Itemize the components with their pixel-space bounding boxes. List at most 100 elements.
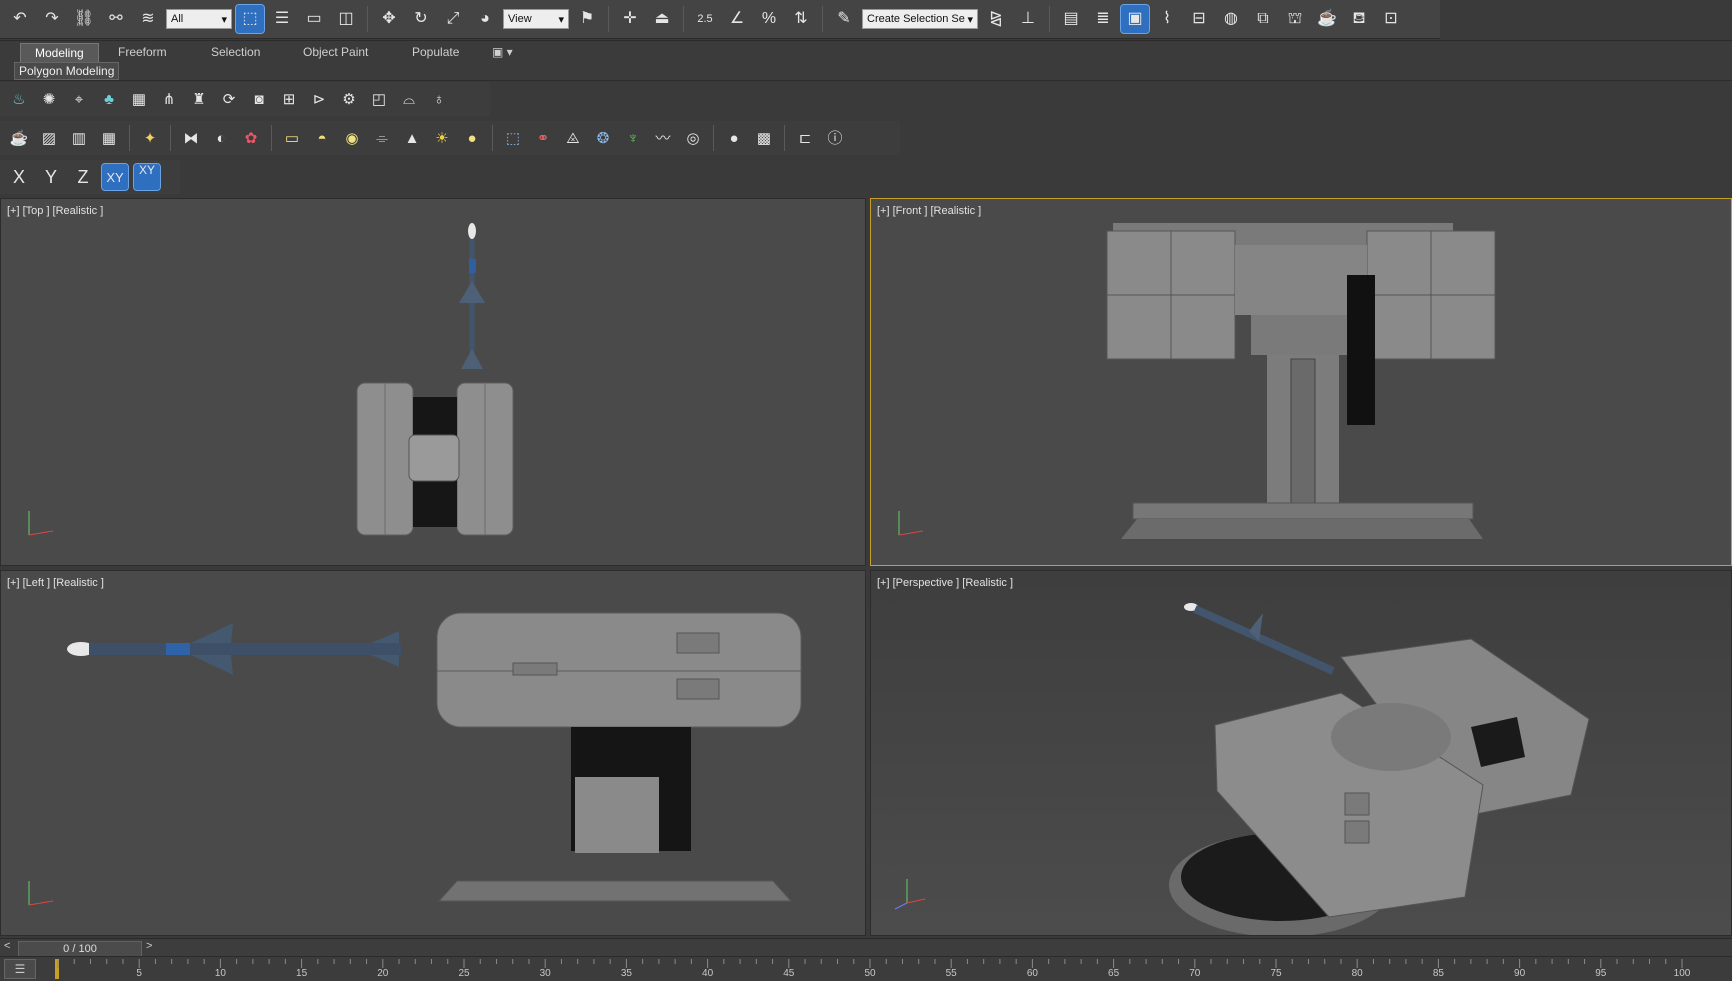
link-icon[interactable]: ⛓: [70, 5, 98, 33]
ambient-light-icon[interactable]: ●: [459, 125, 485, 151]
selection-filter-dropdown[interactable]: All ▾: [166, 9, 232, 29]
window-crossing-icon[interactable]: ◫: [332, 5, 360, 33]
keyboard-shortcut-override-icon[interactable]: ⏏: [648, 5, 676, 33]
export-icon[interactable]: ⊏: [792, 125, 818, 151]
sun-icon[interactable]: ✺: [36, 86, 62, 112]
scale-icon[interactable]: ⤢: [439, 5, 467, 33]
constrain-y-button[interactable]: Y: [38, 164, 64, 190]
prev-frame-button[interactable]: <: [4, 940, 10, 952]
mirror-icon[interactable]: ⧎: [982, 5, 1010, 33]
dome-icon[interactable]: ◓: [309, 125, 335, 151]
unlink-icon[interactable]: ⚯: [102, 5, 130, 33]
bind-spacewarp-icon[interactable]: ≋: [134, 5, 162, 33]
move-icon[interactable]: ✥: [375, 5, 403, 33]
ruler-tick-label: 100: [1673, 968, 1691, 979]
light-bulb-icon[interactable]: ♨: [6, 86, 32, 112]
viewport-left[interactable]: [+] [Left ] [Realistic ]: [0, 570, 866, 936]
spreadsheet-icon[interactable]: ▦: [96, 125, 122, 151]
snap-toggle-icon[interactable]: 2.5: [691, 5, 719, 33]
select-manipulate-icon[interactable]: ✛: [616, 5, 644, 33]
molecule-icon[interactable]: ⚭: [530, 125, 556, 151]
align-icon[interactable]: ⊥: [1014, 5, 1042, 33]
mesh-light-icon[interactable]: ⌯: [369, 125, 395, 151]
ruler-tick-label: 55: [945, 968, 957, 979]
material-library-icon[interactable]: ▩: [751, 125, 777, 151]
reference-coord-dropdown[interactable]: View ▾: [503, 9, 569, 29]
teapot-render-icon[interactable]: ☕: [6, 125, 32, 151]
spinner-snap-icon[interactable]: ⇅: [787, 5, 815, 33]
render-elements-icon[interactable]: ⚙: [336, 86, 362, 112]
viewport-icon[interactable]: ◙: [246, 86, 272, 112]
hair-icon[interactable]: 〰: [650, 125, 676, 151]
viewport-front[interactable]: [+] [Front ] [Realistic ]: [870, 198, 1732, 566]
rendered-frame-window-icon[interactable]: ⛫: [1281, 5, 1309, 33]
sphere-light-icon[interactable]: ◉: [339, 125, 365, 151]
next-frame-button[interactable]: >: [146, 940, 152, 952]
bottle-icon[interactable]: ♜: [186, 86, 212, 112]
percent-snap-icon[interactable]: %: [755, 5, 783, 33]
render-frame-icon[interactable]: ⊳: [306, 86, 332, 112]
render-iterative-icon[interactable]: ⛾: [1345, 5, 1373, 33]
constrain-xy-snap-button[interactable]: XY: [133, 163, 161, 191]
render-production-icon[interactable]: ☕: [1313, 5, 1341, 33]
pivot-icon[interactable]: ⚑: [573, 5, 601, 33]
material-editor-icon[interactable]: ◍: [1217, 5, 1245, 33]
reload-icon[interactable]: ⟳: [216, 86, 242, 112]
rectangular-region-icon[interactable]: ▭: [300, 5, 328, 33]
sun-light-icon[interactable]: ☀: [429, 125, 455, 151]
light-lister-icon[interactable]: ✦: [137, 125, 163, 151]
bulb-icon[interactable]: ♁: [426, 86, 452, 112]
redo-icon[interactable]: ↷: [38, 5, 66, 33]
clipper-icon[interactable]: ◎: [680, 125, 706, 151]
fur-icon[interactable]: ⨻: [560, 125, 586, 151]
time-slider[interactable]: 0 / 100: [18, 941, 142, 957]
track-bar[interactable]: ☰ 5 10 15 20 25 30 35 40 45 50 55 60 65 70 75 80 85 90 95 1…: [0, 956, 1732, 981]
material-ball-icon[interactable]: ●: [721, 125, 747, 151]
clipboard-icon[interactable]: ▥: [66, 125, 92, 151]
fx-camera-icon[interactable]: ⧓: [178, 125, 204, 151]
help-icon[interactable]: ⓘ: [822, 125, 848, 151]
plane-icon[interactable]: ▭: [279, 125, 305, 151]
grid-icon[interactable]: ⊞: [276, 86, 302, 112]
grass-icon[interactable]: ♆: [620, 125, 646, 151]
rotate-icon[interactable]: ↻: [407, 5, 435, 33]
render-cloud-icon[interactable]: ⊡: [1377, 5, 1405, 33]
tab-populate[interactable]: Populate: [412, 43, 459, 61]
toggle-ribbon-icon[interactable]: ▣: [1120, 4, 1150, 34]
sphere-fade-icon[interactable]: ❂: [590, 125, 616, 151]
tab-object-paint[interactable]: Object Paint: [303, 43, 368, 61]
foliage-icon[interactable]: ♣: [96, 86, 122, 112]
teapot-icon[interactable]: ⌓: [396, 86, 422, 112]
schematic-view-icon[interactable]: ⊟: [1185, 5, 1213, 33]
select-by-name-icon[interactable]: ☰: [268, 5, 296, 33]
curve-editor-icon[interactable]: ⌇: [1153, 5, 1181, 33]
tab-modeling[interactable]: Modeling: [20, 43, 99, 63]
edit-named-selection-icon[interactable]: ✎: [830, 5, 858, 33]
viewport-top[interactable]: [+] [Top ] [Realistic ]: [0, 198, 866, 566]
film-icon[interactable]: ✿: [238, 125, 264, 151]
render-setup-icon[interactable]: ⧉: [1249, 5, 1277, 33]
spot-light-icon[interactable]: ▲: [399, 125, 425, 151]
select-object-icon[interactable]: ⬚: [235, 4, 265, 34]
scene-explorer-icon[interactable]: ▤: [1057, 5, 1085, 33]
frame-icon[interactable]: ◰: [366, 86, 392, 112]
table-icon[interactable]: ▦: [126, 86, 152, 112]
viewport-perspective[interactable]: [+] [Perspective ] [Realistic ]: [870, 570, 1732, 936]
angle-snap-icon[interactable]: ∠: [723, 5, 751, 33]
place-icon[interactable]: ◕: [471, 5, 499, 33]
half-sphere-icon[interactable]: ◐: [208, 125, 234, 151]
constrain-x-button[interactable]: X: [6, 164, 32, 190]
camera-icon[interactable]: ⌖: [66, 86, 92, 112]
tab-freeform[interactable]: Freeform: [118, 43, 167, 61]
mirror-geometry-icon[interactable]: ⋔: [156, 86, 182, 112]
undo-icon[interactable]: ↶: [6, 5, 34, 33]
ribbon-options-icon[interactable]: ▣ ▾: [492, 43, 513, 61]
layer-explorer-icon[interactable]: ≣: [1089, 5, 1117, 33]
proxy-icon[interactable]: ⬚: [500, 125, 526, 151]
constrain-xy-button[interactable]: XY: [101, 163, 129, 191]
constrain-z-button[interactable]: Z: [70, 164, 96, 190]
tab-selection[interactable]: Selection: [211, 43, 260, 61]
image-icon[interactable]: ▨: [36, 125, 62, 151]
named-selection-dropdown[interactable]: Create Selection Se ▾: [862, 9, 978, 29]
polygon-modeling-panel[interactable]: Polygon Modeling: [14, 62, 120, 80]
